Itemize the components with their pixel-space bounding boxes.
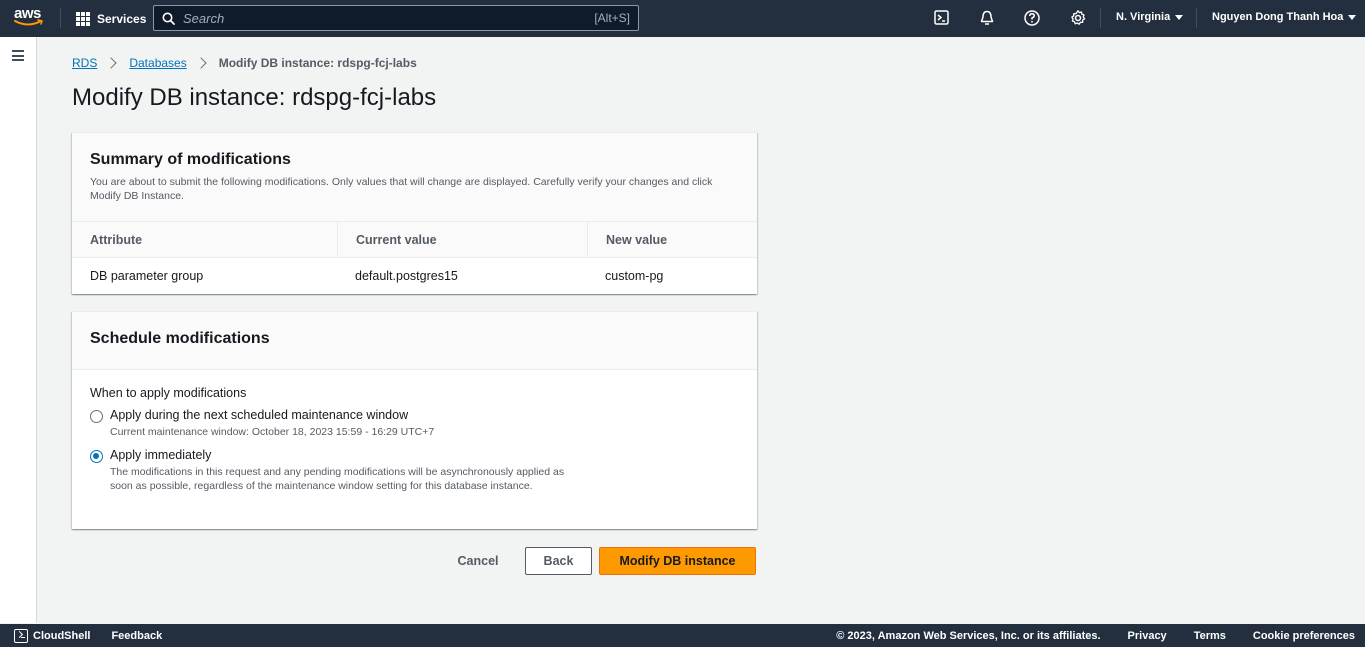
nav-divider [1196,8,1197,28]
panel-title: Summary of modifications [90,151,291,168]
radio-button-selected[interactable] [90,449,103,463]
modify-db-instance-button[interactable]: Modify DB instance [599,547,756,575]
search-box[interactable]: [Alt+S] [153,5,639,31]
cloudshell-icon[interactable] [933,9,951,27]
panel-header: Schedule modifications [72,312,757,370]
region-selector[interactable]: N. Virginia [1116,11,1184,23]
account-name: Nguyen Dong Thanh Hoa [1212,11,1344,23]
settings-gear-icon[interactable] [1069,9,1087,27]
radio-option-maintenance-window[interactable]: Apply during the next scheduled maintena… [90,408,739,440]
column-header-new-value: New value [587,222,757,257]
page-title: Modify DB instance: rdspg-fcj-labs [72,84,437,111]
footer: CloudShell Feedback © 2023, Amazon Web S… [0,624,1365,647]
search-shortcut: [Alt+S] [594,11,630,25]
radio-description: The modifications in this request and an… [110,465,565,493]
column-header-current-value: Current value [337,222,587,257]
chevron-right-icon [105,57,118,69]
breadcrumb-link-rds[interactable]: RDS [72,56,97,70]
table-header: Attribute Current value New value [72,222,757,258]
summary-of-modifications-panel: Summary of modifications You are about t… [72,132,757,294]
column-header-attribute: Attribute [90,232,143,247]
cell-new-value: custom-pg [605,269,664,283]
back-button[interactable]: Back [525,547,592,575]
panel-body: When to apply modifications Apply during… [72,370,757,494]
chevron-right-icon [195,57,207,69]
notifications-bell-icon[interactable] [978,9,996,27]
cancel-button[interactable]: Cancel [447,547,509,575]
region-label: N. Virginia [1116,11,1171,23]
radio-label: Apply immediately [110,447,212,462]
radio-option-apply-immediately[interactable]: Apply immediately The modifications in t… [90,448,739,494]
services-label: Services [97,11,147,26]
services-menu[interactable]: Services [76,0,146,37]
copyright-text: © 2023, Amazon Web Services, Inc. or its… [836,629,1101,642]
field-label: When to apply modifications [90,386,247,400]
menu-hamburger-icon[interactable] [12,50,24,61]
table-row: DB parameter group default.postgres15 cu… [72,258,757,294]
search-input[interactable] [183,10,595,26]
nav-divider [60,8,61,28]
cell-attribute: DB parameter group [90,269,204,283]
cell-current-value: default.postgres15 [355,269,458,283]
cloudshell-link[interactable]: CloudShell [33,630,90,642]
chevron-down-icon [1348,14,1357,20]
panel-header: Summary of modifications You are about t… [72,133,757,222]
radio-description: Current maintenance window: October 18, … [110,426,435,438]
breadcrumb-link-databases[interactable]: Databases [129,56,186,70]
chevron-down-icon [1175,14,1184,20]
breadcrumb: RDS Databases Modify DB instance: rdspg-… [72,56,417,70]
grid-menu-icon [76,11,90,26]
panel-description: You are about to submit the following mo… [90,176,713,202]
nav-divider [1100,8,1101,28]
terms-link[interactable]: Terms [1194,630,1226,642]
schedule-modifications-panel: Schedule modifications When to apply mod… [72,311,757,529]
cloudshell-icon [14,628,28,643]
side-navigation-rail [0,37,37,623]
breadcrumb-current: Modify DB instance: rdspg-fcj-labs [218,56,417,70]
radio-button[interactable] [90,410,103,423]
aws-logo[interactable]: aws [14,5,46,31]
cookie-preferences-link[interactable]: Cookie preferences [1253,630,1355,642]
account-menu[interactable]: Nguyen Dong Thanh Hoa [1212,11,1357,23]
help-icon[interactable] [1023,9,1041,27]
privacy-link[interactable]: Privacy [1128,630,1167,642]
search-icon [162,12,175,25]
top-navigation: aws Services [Alt+S] [0,0,1365,37]
feedback-link[interactable]: Feedback [111,630,162,642]
radio-label: Apply during the next scheduled maintena… [110,408,409,422]
panel-title: Schedule modifications [90,330,270,347]
